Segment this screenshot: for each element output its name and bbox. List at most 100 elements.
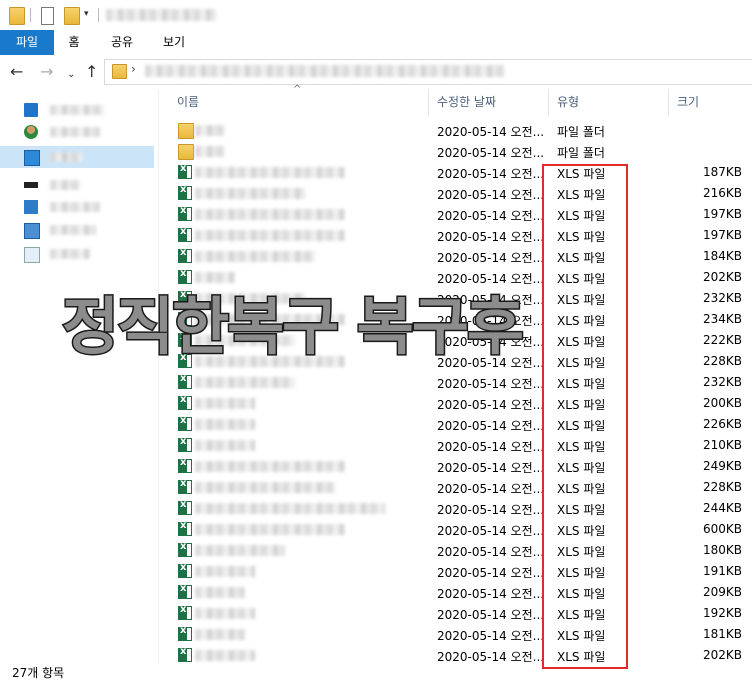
nav-item-label [50,105,104,115]
file-name[interactable] [195,545,285,556]
file-row[interactable]: 2020-05-14 오전...XLS 파일200KB [159,393,752,414]
separator [30,8,31,22]
column-size[interactable]: 크기 [669,89,752,117]
file-name[interactable] [195,125,225,136]
file-name[interactable] [195,272,235,283]
network-icon [24,200,38,214]
file-name[interactable] [195,608,255,619]
file-size: 187KB [702,165,742,179]
address-bar[interactable]: › [104,59,752,85]
breadcrumb-path[interactable] [145,65,505,77]
file-row[interactable]: 2020-05-14 오전...XLS 파일187KB [159,162,752,183]
excel-file-icon [178,394,192,410]
file-row[interactable]: 2020-05-14 오전...XLS 파일232KB [159,372,752,393]
file-row[interactable]: 2020-05-14 오전...XLS 파일210KB [159,435,752,456]
file-name[interactable] [195,566,255,577]
up-arrow-icon[interactable]: ↑ [85,64,98,80]
recycle-bin-icon [24,247,40,263]
file-name[interactable] [195,167,345,178]
file-name[interactable] [195,650,255,661]
file-name[interactable] [195,398,255,409]
excel-file-icon [178,478,192,494]
file-row[interactable]: 2020-05-14 오전...XLS 파일184KB [159,246,752,267]
breadcrumb-chevron-icon[interactable]: › [131,62,136,76]
nav-item-control-panel[interactable] [0,219,156,241]
file-name[interactable] [195,587,245,598]
file-name[interactable] [195,482,335,493]
file-name[interactable] [195,629,245,640]
customize-quick-access-icon[interactable]: ▾ [84,9,89,19]
file-name[interactable] [195,461,345,472]
file-row[interactable]: 2020-05-14 오전...XLS 파일249KB [159,456,752,477]
excel-file-icon [178,625,192,641]
recent-locations-chevron-icon[interactable]: ⌄ [67,67,75,83]
file-name[interactable] [195,209,345,220]
file-name[interactable] [195,524,345,535]
file-row[interactable]: 2020-05-14 오전...XLS 파일191KB [159,561,752,582]
file-size: 228KB [702,480,742,494]
file-modified-date: 2020-05-14 오전... [437,125,545,139]
excel-file-icon [178,373,192,389]
monitor-icon [24,103,38,117]
file-name[interactable] [195,440,255,451]
file-modified-date: 2020-05-14 오전... [437,545,545,559]
excel-file-icon [178,436,192,452]
file-row[interactable]: 2020-05-14 오전...XLS 파일228KB [159,477,752,498]
nav-item-recycle-bin[interactable] [0,243,156,265]
back-arrow-icon[interactable]: ← [10,64,23,80]
nav-item-user[interactable] [0,121,156,143]
file-name[interactable] [195,419,255,430]
file-modified-date: 2020-05-14 오전... [437,398,545,412]
file-row[interactable]: 2020-05-14 오전...XLS 파일226KB [159,414,752,435]
new-folder-icon[interactable] [64,7,80,25]
forward-arrow-icon[interactable]: → [40,64,53,80]
file-row[interactable]: 2020-05-14 오전...XLS 파일181KB [159,624,752,645]
column-type[interactable]: 유형 [549,89,669,117]
file-name[interactable] [195,377,295,388]
file-modified-date: 2020-05-14 오전... [437,566,545,580]
folder-icon [178,123,194,139]
file-size: 197KB [702,207,742,221]
file-row[interactable]: 2020-05-14 오전...XLS 파일192KB [159,603,752,624]
nav-item-label [50,127,100,137]
file-name[interactable] [195,230,345,241]
column-name[interactable]: 이름 [169,89,429,117]
nav-item-quick-access[interactable] [0,99,156,121]
file-row[interactable]: 2020-05-14 오전...XLS 파일216KB [159,183,752,204]
tab-share[interactable]: 공유 [100,30,144,55]
tab-home[interactable]: 홈 [56,30,92,55]
tab-view[interactable]: 보기 [152,30,196,55]
file-row[interactable]: 2020-05-14 오전...XLS 파일197KB [159,225,752,246]
file-row[interactable]: 2020-05-14 오전... 파일 폴더 [159,141,752,162]
file-row[interactable]: 2020-05-14 오전...XLS 파일244KB [159,498,752,519]
file-row[interactable]: 2020-05-14 오전...XLS 파일209KB [159,582,752,603]
nav-item-network[interactable] [0,196,156,218]
file-modified-date: 2020-05-14 오전... [437,251,545,265]
properties-icon[interactable] [41,7,54,25]
file-size: 202KB [702,270,742,284]
nav-item-this-pc[interactable] [0,146,154,168]
nav-item-drive[interactable] [0,174,156,196]
file-name[interactable] [195,251,315,262]
file-row[interactable]: 2020-05-14 오전...XLS 파일202KB [159,267,752,288]
column-date[interactable]: 수정한 날짜 [429,89,549,117]
file-size: 244KB [702,501,742,515]
nav-item-label [50,152,82,162]
file-row[interactable]: 2020-05-14 오전...XLS 파일600KB [159,519,752,540]
file-modified-date: 2020-05-14 오전... [437,587,545,601]
file-modified-date: 2020-05-14 오전... [437,482,545,496]
excel-file-icon [178,604,192,620]
file-type: 파일 폴더 [557,125,605,139]
excel-file-icon [178,457,192,473]
tab-file[interactable]: 파일 [0,30,54,55]
file-row[interactable]: 2020-05-14 오전...XLS 파일197KB [159,204,752,225]
file-row[interactable]: 2020-05-14 오전...XLS 파일180KB [159,540,752,561]
file-row[interactable]: 2020-05-14 오전...XLS 파일202KB [159,645,752,666]
file-row[interactable]: 2020-05-14 오전... 파일 폴더 [159,120,752,141]
excel-file-icon [178,520,192,536]
file-name[interactable] [195,146,225,157]
drive-icon [24,182,38,188]
file-name[interactable] [195,503,385,514]
file-name[interactable] [195,188,305,199]
excel-file-icon [178,226,192,242]
